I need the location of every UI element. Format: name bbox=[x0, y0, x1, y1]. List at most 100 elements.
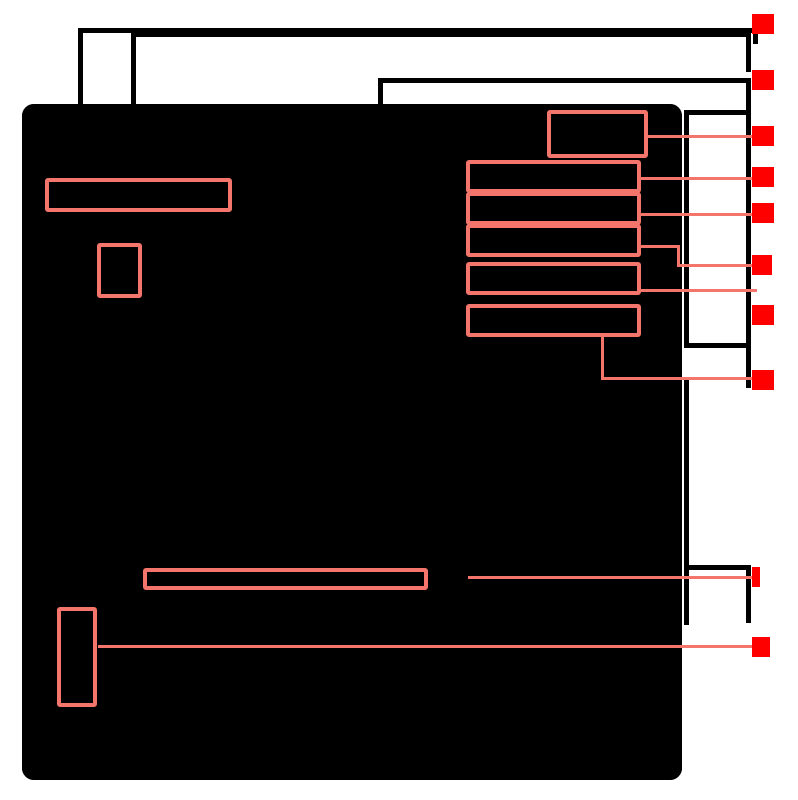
row-checkbox[interactable] bbox=[50, 270, 64, 284]
path-segment[interactable]: AIR bbox=[271, 429, 290, 441]
order-button[interactable]: 6 bbox=[81, 571, 122, 622]
path-separator: >> bbox=[448, 478, 463, 491]
previously-value: 93 bbox=[192, 413, 210, 425]
annot-marker bbox=[752, 70, 774, 90]
row-checkbox[interactable] bbox=[50, 525, 64, 539]
path-separator: >> bbox=[293, 544, 307, 556]
dropdown-arrow-icon bbox=[605, 152, 621, 160]
row-checkbox[interactable] bbox=[50, 402, 64, 416]
select-all-checkbox[interactable] bbox=[50, 229, 64, 242]
path-segment[interactable]: Compressor bbox=[383, 544, 446, 556]
vertical-scrollbar[interactable] bbox=[657, 221, 668, 757]
row-checkbox[interactable] bbox=[50, 711, 64, 725]
order-button[interactable]: 2 bbox=[81, 316, 122, 367]
table-row[interactable]: 5 90 Previously: 117 170 Compressor Room >>… bbox=[40, 503, 668, 566]
path-segment[interactable]: 170 Compressor Room bbox=[133, 544, 252, 556]
path-segment[interactable]: 170 Compressor Room bbox=[133, 606, 252, 618]
menu-item-cancel-route[interactable]: ✖ Cancel Route bbox=[467, 190, 643, 221]
path-segment[interactable]: Compressor bbox=[383, 606, 446, 618]
order-button[interactable]: 1 bbox=[81, 254, 122, 305]
table-row[interactable]: 6 120 Previously: 121 170 Compressor Room >… bbox=[40, 565, 668, 628]
table-row[interactable]: 9Not MeasuredPreviously: Oil leak seen a… bbox=[40, 751, 668, 757]
path-segment[interactable]: 1CENTAC bbox=[310, 606, 363, 618]
path-segment[interactable]: 170 Compressor Room bbox=[133, 429, 252, 441]
table-row[interactable]: 7 25 Previously: 32 170 Compressor Room >> … bbox=[40, 627, 668, 690]
row-details-cell: 25 Previously: 32 170 Compressor Room >> A… bbox=[129, 627, 668, 690]
menu-item-log-out[interactable]: ⏻ Log Out bbox=[467, 299, 643, 330]
order-button[interactable]: 5 bbox=[81, 509, 122, 560]
row-value-text: 25 bbox=[133, 635, 151, 649]
path-segment[interactable]: AIR bbox=[271, 289, 290, 301]
row-checkbox[interactable] bbox=[50, 649, 64, 663]
path-segment[interactable]: 1CENTAC bbox=[310, 429, 363, 441]
row-path[interactable]: 170 Compressor Room >> AIR >> 1CENTAC >>… bbox=[133, 477, 668, 493]
path-segment[interactable]: AIR bbox=[271, 730, 290, 742]
path-segment[interactable]: AIR bbox=[271, 351, 290, 363]
table-row[interactable]: 4 -1 170 Compressor Room >> AIR >> 1CENTAC… bbox=[40, 450, 668, 504]
path-segment[interactable]: 1CENTAC bbox=[310, 351, 363, 363]
row-checkbox[interactable] bbox=[50, 468, 64, 481]
row-checkbox[interactable] bbox=[50, 332, 64, 346]
path-segment[interactable]: 1CENTAC bbox=[310, 668, 363, 680]
row-path[interactable]: 170 Compressor Room >> AIR >> 1CENTAC >>… bbox=[133, 542, 668, 558]
row-details-cell: Not MeasuredPreviously: Oil leak seen an… bbox=[129, 751, 668, 757]
list-lines-icon bbox=[477, 167, 494, 181]
scrollbar-thumb[interactable] bbox=[659, 223, 666, 341]
annot-frame-line bbox=[684, 565, 746, 570]
route-list-filtered-pill[interactable]: Route List Filtered × bbox=[46, 177, 238, 209]
actions-button[interactable]: Actions bbox=[549, 117, 644, 159]
path-segment[interactable]: Air leaks bbox=[382, 289, 426, 301]
path-segment[interactable]: 170 Compressor Room bbox=[133, 668, 252, 680]
row-previously: Previously: 117 bbox=[133, 526, 668, 542]
row-value-text: 97 bbox=[133, 380, 151, 394]
previously-value: 32 bbox=[192, 652, 210, 664]
filter-pill-close-icon[interactable]: × bbox=[218, 185, 226, 201]
row-path[interactable]: 170 Compressor Room >> AIR >> 1CENTAC >>… bbox=[133, 666, 668, 682]
path-segment[interactable]: Compessor bbox=[383, 429, 442, 441]
table-row[interactable]: 8 Not Measured Previously: Low 170 Compress… bbox=[40, 689, 668, 752]
annot-frame-line bbox=[684, 380, 689, 570]
annot-marker bbox=[752, 203, 774, 223]
path-separator: >> bbox=[448, 606, 463, 618]
row-path[interactable]: 170 Compressor Room >> AIR >> 1CENTAC >>… bbox=[133, 349, 668, 365]
path-segment[interactable]: AIR bbox=[271, 479, 290, 491]
menu-item-label: Complete Route bbox=[502, 267, 604, 283]
path-segment[interactable]: 1CENTAC bbox=[310, 479, 363, 491]
path-segment[interactable]: Compressor bbox=[383, 479, 446, 491]
path-segment[interactable]: Compressor bbox=[383, 351, 446, 363]
path-segment[interactable]: Compressor bbox=[383, 730, 446, 742]
path-segment[interactable]: Compressor bbox=[383, 668, 446, 680]
row-previously: Previously: Low bbox=[133, 712, 668, 728]
path-segment[interactable]: 1CENTAC bbox=[310, 730, 363, 742]
path-segment[interactable]: AIR bbox=[271, 606, 290, 618]
row-path[interactable]: 170 Compressor Room >> AIR >> 1CENTAC >>… bbox=[133, 728, 668, 744]
annot-marker bbox=[752, 167, 774, 187]
online-dot-icon bbox=[50, 167, 59, 177]
row-checkbox[interactable] bbox=[50, 587, 64, 601]
path-segment[interactable]: 170 Compressor Room bbox=[133, 730, 252, 742]
path-segment[interactable]: 170 Compressor Room bbox=[133, 351, 252, 363]
row-path[interactable]: 170 Compressor Room >> AIR >> 1CENTAC >>… bbox=[133, 427, 668, 443]
row-path[interactable]: 170 Compressor Room >> AIR >> 1CENTAC >>… bbox=[133, 604, 668, 620]
funnel-icon bbox=[58, 188, 69, 199]
path-segment[interactable]: AIR bbox=[271, 668, 290, 680]
order-button[interactable]: 8 bbox=[81, 695, 122, 746]
path-segment[interactable]: 1CENTAC bbox=[310, 544, 363, 556]
order-button[interactable]: 3 bbox=[81, 386, 122, 437]
path-segment[interactable]: AIR bbox=[271, 544, 290, 556]
path-separator: >> bbox=[293, 730, 307, 742]
path-segment[interactable]: 170 Compressor Room bbox=[133, 289, 252, 301]
path-segment[interactable]: 1CENTAC bbox=[310, 289, 363, 301]
path-separator: >> bbox=[255, 668, 269, 680]
path-segment[interactable]: 170 Compressor Room bbox=[133, 479, 252, 491]
menu-item-view-routes[interactable]: View Routes bbox=[467, 159, 643, 190]
annot-marker bbox=[752, 370, 774, 390]
path-separator: >> bbox=[293, 668, 307, 680]
row-checkbox-cell bbox=[40, 751, 74, 757]
order-button[interactable]: 4 bbox=[81, 452, 122, 502]
table-row[interactable]: 3 97 Temperate exceeding limit, blockage i… bbox=[40, 372, 668, 451]
order-button[interactable]: 7 bbox=[81, 633, 122, 684]
menu-item-use-previous-value[interactable]: ↻ Use Previous Value bbox=[467, 221, 643, 252]
annot-connector bbox=[378, 78, 751, 83]
menu-item-complete-route[interactable]: ✔ Complete Route bbox=[467, 260, 643, 291]
